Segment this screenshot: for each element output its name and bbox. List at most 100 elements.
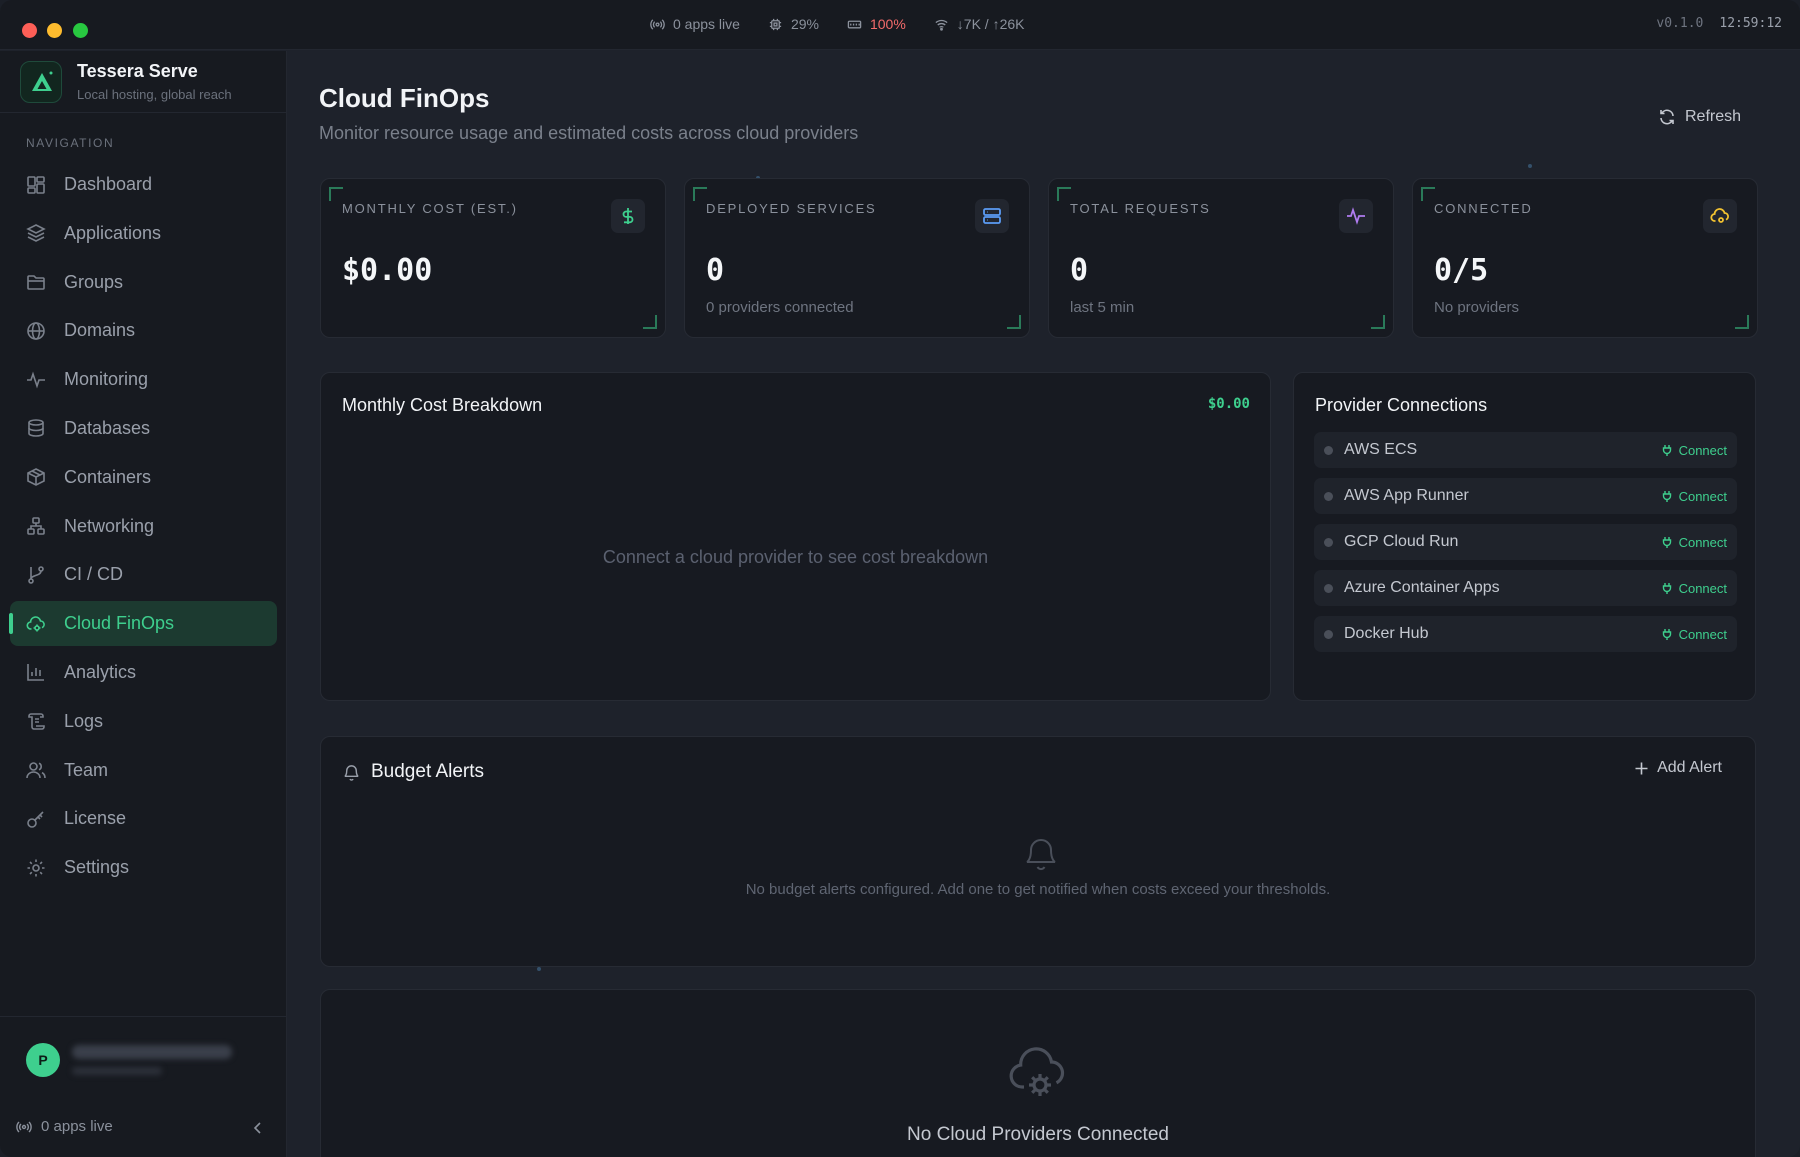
dashboard-icon <box>27 175 45 194</box>
plug-icon <box>1662 629 1671 640</box>
sidebar-nav: Dashboard Applications Groups Domains Mo… <box>9 162 277 894</box>
sidebar-item-containers[interactable]: Containers <box>10 455 277 500</box>
card-corner-accent <box>693 187 707 201</box>
card-corner-accent <box>643 315 657 329</box>
sidebar-item-label: Dashboard <box>64 174 153 194</box>
sidebar-item-label: Domains <box>64 320 136 341</box>
sidebar-item-label: Applications <box>64 222 162 243</box>
sidebar-item-domains[interactable]: Domains <box>10 308 277 353</box>
plug-icon <box>1662 445 1671 456</box>
sidebar-item-applications[interactable]: Applications <box>10 211 277 256</box>
sidebar-item-team[interactable]: Team <box>10 748 277 793</box>
refresh-icon <box>1660 109 1674 125</box>
provider-name: Azure Container Apps <box>1344 579 1500 596</box>
no-cloud-panel: No Cloud Providers Connected <box>320 989 1756 1157</box>
database-icon <box>28 419 44 438</box>
git-branch-icon <box>28 566 44 584</box>
connect-button[interactable]: Connect <box>1661 489 1727 504</box>
budget-title-wrap: Budget Alerts <box>342 761 484 783</box>
sidebar-item-groups[interactable]: Groups <box>10 260 277 305</box>
bell-icon <box>344 764 359 781</box>
close-window-button[interactable] <box>22 23 37 38</box>
budget-alerts-panel: Budget Alerts Add Alert No budget alerts… <box>320 736 1756 967</box>
titlebar-right: v0.1.0 12:59:12 <box>1656 16 1782 31</box>
stat-value: 0 <box>706 253 725 288</box>
stat-label: DEPLOYED SERVICES <box>706 201 877 216</box>
sidebar-item-cloud-finops[interactable]: Cloud FinOps <box>9 601 277 647</box>
sidebar-item-label: Team <box>64 759 109 780</box>
sidebar-item-monitoring[interactable]: Monitoring <box>10 357 277 402</box>
apps-live-status: 0 apps live <box>650 16 740 32</box>
cloud-cog-icon <box>1009 1047 1065 1096</box>
network-status: ↓7K / ↑26K <box>934 16 1025 32</box>
broadcast-icon <box>16 1121 32 1132</box>
card-corner-accent <box>1735 315 1749 329</box>
card-corner-accent <box>1057 187 1071 201</box>
connect-label: Connect <box>1678 442 1727 458</box>
connect-button[interactable]: Connect <box>1661 581 1727 596</box>
connect-button[interactable]: Connect <box>1661 627 1727 642</box>
sidebar-item-networking[interactable]: Networking <box>10 504 277 549</box>
plug-icon <box>1662 537 1671 548</box>
user-block[interactable]: P 0 apps live <box>0 1016 287 1157</box>
title-bar: 0 apps live 29% 100% ↓7K / ↑26K v0.1.0 1… <box>0 0 1800 50</box>
provider-name: Docker Hub <box>1344 625 1429 642</box>
sidebar-item-dashboard[interactable]: Dashboard <box>10 162 277 207</box>
card-corner-accent <box>1007 315 1021 329</box>
sidebar-item-label: License <box>64 808 127 829</box>
tessera-logo-icon <box>32 71 53 91</box>
cpu-status: 29% <box>768 16 819 32</box>
sidebar-item-label: Groups <box>64 271 124 292</box>
sidebar-item-license[interactable]: License <box>10 796 277 841</box>
stat-label: MONTHLY COST (EST.) <box>342 201 518 216</box>
minimize-window-button[interactable] <box>47 23 62 38</box>
sidebar-item-analytics[interactable]: Analytics <box>10 650 277 695</box>
provider-row: AWS App Runner Connect <box>1314 478 1737 514</box>
connect-label: Connect <box>1678 626 1727 642</box>
refresh-button[interactable]: Refresh <box>1658 101 1741 133</box>
plug-icon <box>1662 491 1671 502</box>
sidebar-item-settings[interactable]: Settings <box>10 845 277 890</box>
memory-text: 100% <box>869 16 906 32</box>
sidebar-live-text: 0 apps live <box>41 1118 113 1135</box>
sidebar-item-label: Analytics <box>64 661 137 682</box>
panel-title: Budget Alerts <box>371 761 485 782</box>
budget-empty-message: No budget alerts configured. Add one to … <box>745 881 1331 898</box>
users-icon <box>26 762 46 779</box>
breakdown-empty-message: Connect a cloud provider to see cost bre… <box>602 547 989 567</box>
sidebar-item-ci-cd[interactable]: CI / CD <box>10 552 277 597</box>
stat-icon-wrap <box>1703 199 1737 233</box>
bell-icon <box>1026 839 1056 871</box>
maximize-window-button[interactable] <box>73 23 88 38</box>
folder-icon <box>27 275 45 290</box>
brand-name: Tessera Serve <box>77 61 198 81</box>
user-email-redacted <box>72 1067 162 1075</box>
brand-logo <box>20 61 62 103</box>
avatar[interactable]: P <box>26 1043 60 1077</box>
cpu-text: 29% <box>790 16 819 32</box>
stat-sub: No providers <box>1434 299 1520 316</box>
status-dot <box>1324 537 1333 547</box>
system-status-strip: 0 apps live 29% 100% ↓7K / ↑26K <box>650 16 1024 32</box>
connect-button[interactable]: Connect <box>1661 443 1727 458</box>
chevron-left-icon[interactable] <box>251 1121 265 1135</box>
status-dot <box>1324 583 1333 593</box>
stat-value: $0.00 <box>342 253 433 288</box>
sidebar-item-databases[interactable]: Databases <box>10 406 277 451</box>
cloud-cog-icon <box>26 615 45 632</box>
gear-icon <box>27 859 45 877</box>
connect-button[interactable]: Connect <box>1661 535 1727 550</box>
version-label: v0.1.0 <box>1656 16 1704 31</box>
add-alert-button[interactable]: Add Alert <box>1634 759 1722 777</box>
refresh-label: Refresh <box>1685 108 1742 125</box>
sidebar-item-label: Databases <box>64 417 151 438</box>
decorative-dot <box>537 967 541 971</box>
plus-icon <box>1635 762 1648 774</box>
status-dot <box>1324 629 1333 639</box>
sidebar-item-logs[interactable]: Logs <box>10 699 277 744</box>
page-title: Cloud FinOps <box>319 83 490 113</box>
network-text: ↓7K / ↑26K <box>956 16 1025 32</box>
broadcast-icon <box>650 18 665 30</box>
memory-status: 100% <box>847 16 906 32</box>
sidebar: Tessera Serve Local hosting, global reac… <box>0 51 287 1157</box>
